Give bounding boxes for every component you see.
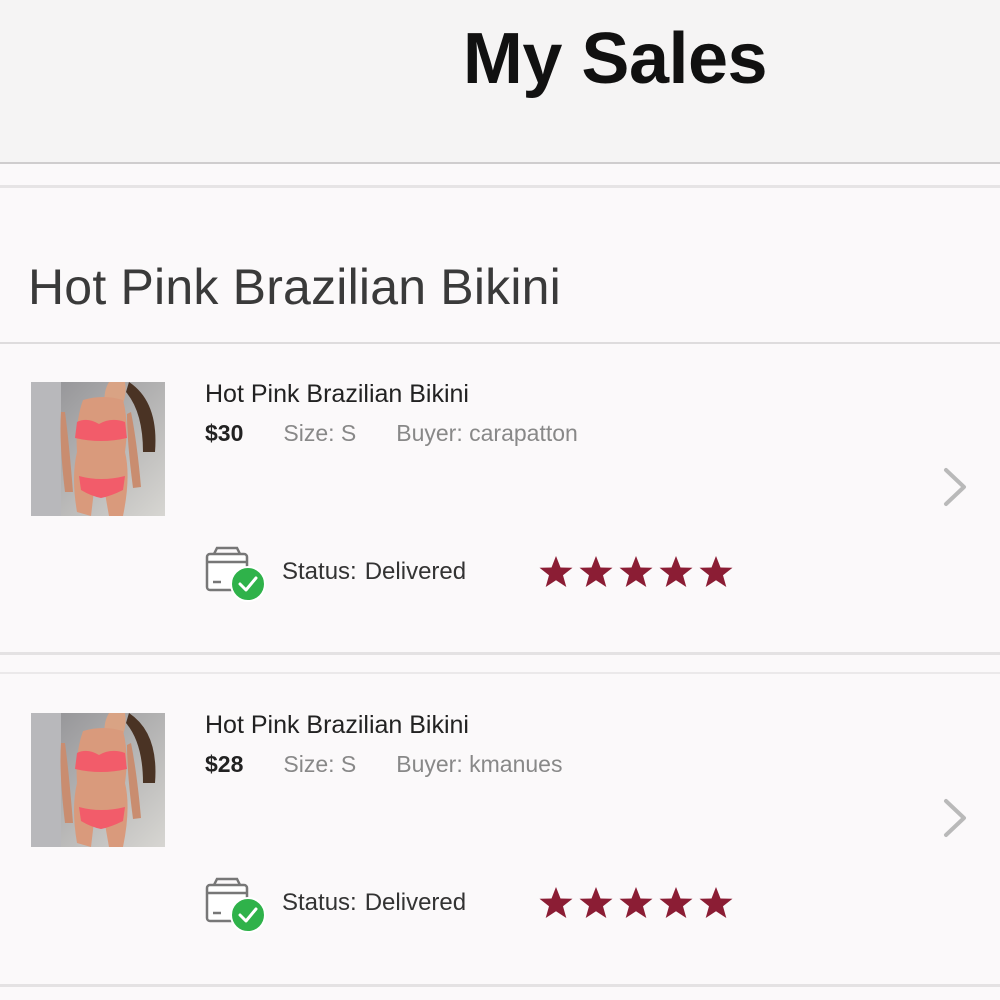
page-title: My Sales	[462, 19, 768, 99]
status-value: Delivered	[364, 889, 467, 916]
sale-price: $30	[205, 420, 244, 446]
sale-buyer: Buyer: carapatton	[396, 420, 578, 446]
chevron-right-icon[interactable]	[938, 466, 972, 508]
rating-stars	[538, 885, 734, 921]
box-check-icon	[204, 546, 268, 602]
star-icon	[579, 887, 613, 918]
product-thumbnail	[31, 382, 165, 516]
product-thumbnail	[31, 713, 165, 847]
sale-divider	[0, 672, 1000, 674]
star-icon	[699, 887, 733, 918]
rating-stars	[538, 554, 734, 590]
star-icon	[659, 556, 693, 587]
product-title: Hot Pink Brazilian Bikini	[205, 380, 469, 408]
sale-meta: $28 Size: S Buyer: kmanues	[205, 751, 562, 778]
status-label: Status:	[282, 889, 357, 916]
sale-price: $28	[205, 751, 244, 777]
star-icon	[699, 556, 733, 587]
star-icon	[619, 556, 653, 587]
header-spacer	[0, 164, 1000, 188]
sale-size: Size: S	[283, 420, 357, 446]
top-header: My Sales	[0, 0, 1000, 164]
sale-divider	[0, 652, 1000, 655]
section-title: Hot Pink Brazilian Bikini	[28, 259, 561, 315]
sale-buyer: Buyer: kmanues	[396, 751, 563, 777]
sale-size: Size: S	[283, 751, 357, 777]
status-value: Delivered	[364, 558, 467, 585]
sale-divider	[0, 984, 1000, 987]
star-icon	[539, 556, 573, 587]
star-icon	[619, 887, 653, 918]
status-label: Status:	[282, 558, 357, 585]
sale-status: Status: Delivered	[282, 889, 466, 917]
my-sales-screen: My Sales Hot Pink Brazilian Bikini Hot P…	[0, 0, 1000, 1000]
sale-status: Status: Delivered	[282, 558, 466, 586]
star-icon	[579, 556, 613, 587]
star-icon	[539, 887, 573, 918]
box-check-icon	[204, 877, 268, 933]
sale-item[interactable]: Hot Pink Brazilian Bikini $28 Size: S Buye…	[0, 675, 1000, 985]
sale-meta: $30 Size: S Buyer: carapatton	[205, 420, 578, 447]
product-title: Hot Pink Brazilian Bikini	[205, 711, 469, 739]
star-icon	[659, 887, 693, 918]
sale-item[interactable]: Hot Pink Brazilian Bikini $30 Size: S Buye…	[0, 344, 1000, 654]
chevron-right-icon[interactable]	[938, 797, 972, 839]
